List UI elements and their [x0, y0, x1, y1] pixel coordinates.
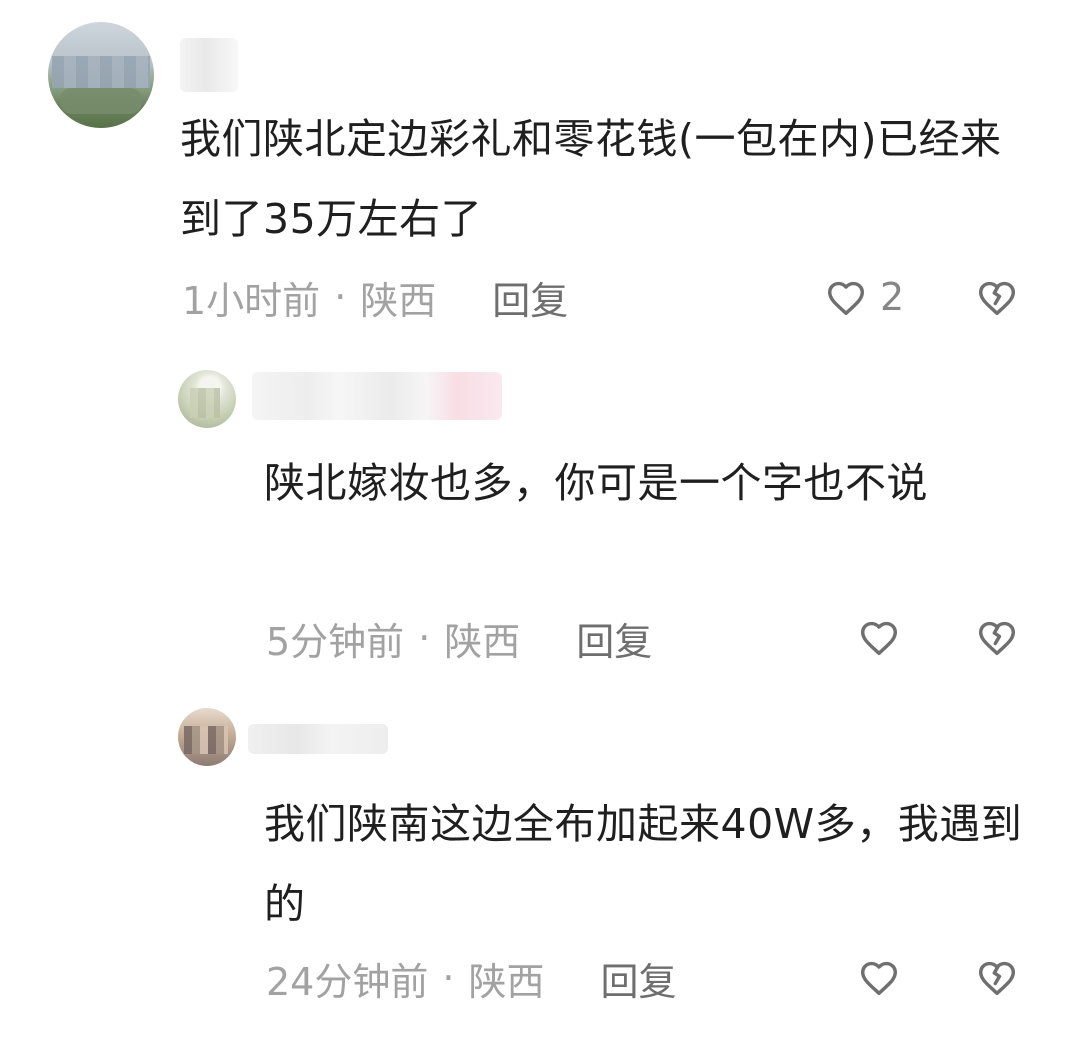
comment-location: 陕西	[444, 619, 521, 664]
comment-time: 1小时前	[182, 278, 321, 323]
heart-icon[interactable]	[823, 274, 869, 320]
avatar[interactable]	[178, 370, 236, 428]
comment-time: 5分钟前	[266, 619, 405, 664]
comment-meta: 24分钟前 · 陕西 回复	[266, 950, 676, 1006]
broken-heart-icon[interactable]	[974, 274, 1020, 320]
comment-text: 陕北嫁妆也多，你可是一个字也不说	[264, 459, 928, 507]
avatar[interactable]	[48, 22, 154, 128]
username-blurred[interactable]	[248, 724, 388, 754]
comment-meta: 5分钟前 · 陕西 回复	[266, 610, 652, 666]
reply-button[interactable]: 回复	[600, 951, 676, 1006]
comment-text: 我们陕南这边全布加起来40W多，我遇到的	[264, 800, 1023, 928]
comment-time: 24分钟前	[266, 959, 429, 1004]
like-count: 2	[880, 275, 905, 319]
reply-button[interactable]: 回复	[576, 611, 652, 666]
reply-button[interactable]: 回复	[492, 270, 568, 325]
broken-heart-icon[interactable]	[974, 614, 1020, 660]
meta-separator: ·	[418, 616, 431, 660]
comment-text: 我们陕北定边彩礼和零花钱(一包在内)已经来到了35万左右了	[180, 115, 1002, 243]
comment-meta: 1小时前 · 陕西 回复	[182, 269, 568, 325]
broken-heart-icon[interactable]	[974, 954, 1020, 1000]
meta-separator: ·	[442, 956, 455, 1000]
comment-location: 陕西	[468, 959, 545, 1004]
comment-location: 陕西	[360, 278, 437, 323]
heart-icon[interactable]	[856, 954, 902, 1000]
meta-separator: ·	[334, 275, 347, 319]
username-blurred[interactable]	[252, 372, 502, 420]
avatar[interactable]	[178, 708, 236, 766]
username-blurred[interactable]	[180, 38, 238, 92]
heart-icon[interactable]	[856, 614, 902, 660]
